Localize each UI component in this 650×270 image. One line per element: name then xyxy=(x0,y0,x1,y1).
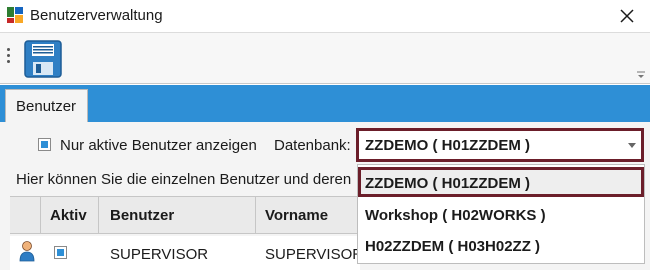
database-dropdown-list: ZZDEMO ( H01ZZDEM ) Workshop ( H02WORKS … xyxy=(357,164,645,264)
toolbar-overflow-icon[interactable] xyxy=(636,70,646,80)
tab-benutzer[interactable]: Benutzer xyxy=(5,89,88,122)
database-combobox[interactable]: ZZDEMO ( H01ZZDEM ) xyxy=(356,128,644,162)
grid-header: Aktiv Benutzer Vorname xyxy=(10,196,360,234)
column-separator[interactable] xyxy=(98,197,99,233)
user-icon xyxy=(19,241,35,262)
close-button[interactable] xyxy=(612,3,642,29)
hint-text: Hier können Sie die einzelnen Benutzer u… xyxy=(16,171,352,188)
save-button[interactable] xyxy=(22,38,64,80)
cell-benutzer: SUPERVISOR xyxy=(110,246,209,263)
close-icon xyxy=(620,9,634,23)
tab-strip xyxy=(0,85,650,122)
dropdown-option[interactable]: H02ZZDEM ( H03H02ZZ ) xyxy=(358,231,644,261)
cell-vorname: SUPERVISOR xyxy=(265,246,364,263)
row-aktiv-checkbox[interactable] xyxy=(54,246,67,259)
dropdown-option[interactable]: Workshop ( H02WORKS ) xyxy=(358,200,644,230)
toolbar xyxy=(0,32,650,84)
column-separator xyxy=(40,197,41,233)
window-title: Benutzerverwaltung xyxy=(30,7,163,24)
chevron-down-icon[interactable] xyxy=(628,143,636,148)
only-active-label: Nur aktive Benutzer anzeigen xyxy=(60,137,257,154)
only-active-checkbox[interactable] xyxy=(38,138,51,151)
database-label: Datenbank: xyxy=(274,137,351,154)
app-icon xyxy=(7,7,23,23)
dropdown-option-selected[interactable]: ZZDEMO ( H01ZZDEM ) xyxy=(358,167,644,197)
column-separator[interactable] xyxy=(255,197,256,233)
column-header-benutzer[interactable]: Benutzer xyxy=(110,197,174,233)
toolbar-grip-icon[interactable] xyxy=(7,48,11,68)
database-combobox-value: ZZDEMO ( H01ZZDEM ) xyxy=(365,137,530,154)
column-header-aktiv[interactable]: Aktiv xyxy=(50,197,87,233)
column-header-vorname[interactable]: Vorname xyxy=(265,197,328,233)
